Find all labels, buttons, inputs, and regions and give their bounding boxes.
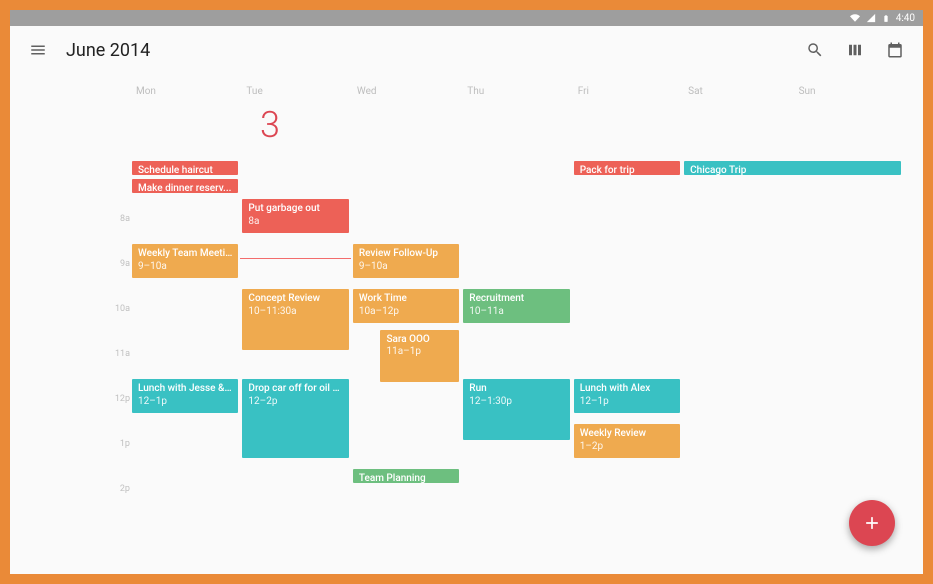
- event-time: 8a: [248, 216, 342, 229]
- event-title: Lunch with Alex: [580, 383, 674, 396]
- calendar-icon: [886, 41, 904, 59]
- time-label: 8a: [102, 214, 130, 259]
- menu-button[interactable]: [26, 38, 50, 62]
- event-title: Schedule haircut: [138, 165, 232, 175]
- event-title: Put garbage out: [248, 203, 342, 216]
- calendar-event[interactable]: Weekly Review1–2p: [574, 424, 680, 458]
- event-time: 10–11:30a: [248, 306, 342, 319]
- event-title: Sara OOO: [386, 334, 453, 347]
- calendar-grid[interactable]: MonTueWedThuFriSatSun 3 8a9a10a11a12p1p2…: [10, 74, 923, 574]
- time-label: 11a: [102, 349, 130, 394]
- event-time: 10–11a: [469, 306, 563, 319]
- calendar-event[interactable]: Team Planning: [353, 469, 459, 483]
- page-title: June 2014: [66, 40, 150, 61]
- today-button[interactable]: [883, 38, 907, 62]
- event-time: 11a–1p: [386, 346, 453, 359]
- calendar-event[interactable]: Lunch with Jesse & A...12–1p: [132, 379, 238, 413]
- calendar-event[interactable]: Drop car off for oil change12–2p: [242, 379, 348, 458]
- event-title: Concept Review: [248, 293, 342, 306]
- time-label: 12p: [102, 394, 130, 439]
- calendar-event[interactable]: Review Follow-Up9–10a: [353, 244, 459, 278]
- hamburger-icon: [29, 41, 47, 59]
- battery-icon: [882, 13, 890, 24]
- events-layer: Schedule haircut Make dinner reserv... Pac…: [130, 154, 903, 574]
- event-time: 9–10a: [138, 261, 232, 274]
- calendar-event[interactable]: Run12–1:30p: [463, 379, 569, 440]
- calendar-event[interactable]: Lunch with Alex12–1p: [574, 379, 680, 413]
- event-title: Pack for trip: [580, 165, 674, 175]
- calendar-event[interactable]: Sara OOO11a–1p: [380, 330, 459, 382]
- event-title: Lunch with Jesse & A...: [138, 383, 232, 396]
- calendar-event[interactable]: Concept Review10–11:30a: [242, 289, 348, 350]
- calendar-event[interactable]: Weekly Team Meeting9–10a: [132, 244, 238, 278]
- day-header: Mon: [130, 86, 240, 97]
- event-title: Work Time: [359, 293, 453, 306]
- time-labels: 8a9a10a11a12p1p2p: [102, 214, 130, 529]
- day-header: Sat: [682, 86, 792, 97]
- event-title: Recruitment: [469, 293, 563, 306]
- calendar-event[interactable]: Work Time10a–12p: [353, 289, 459, 323]
- search-button[interactable]: [803, 38, 827, 62]
- event-title: Chicago Trip: [690, 165, 895, 175]
- current-time-indicator: [240, 258, 350, 259]
- event-time: 12–1p: [138, 396, 232, 409]
- calendar-event[interactable]: Chicago Trip: [684, 161, 901, 175]
- calendar-event[interactable]: Make dinner reserv...: [132, 179, 238, 193]
- signal-icon: [866, 13, 876, 23]
- event-time: 12–1:30p: [469, 396, 563, 409]
- time-label: 1p: [102, 439, 130, 484]
- search-icon: [806, 41, 824, 59]
- selected-date: 3: [260, 104, 280, 146]
- event-time: 12–2p: [248, 396, 342, 409]
- event-title: Weekly Team Meeting: [138, 248, 232, 261]
- clock-text: 4:40: [896, 13, 915, 24]
- event-time: 9–10a: [359, 261, 453, 274]
- event-title: Drop car off for oil change: [248, 383, 342, 396]
- plus-icon: [862, 513, 882, 533]
- time-label: 10a: [102, 304, 130, 349]
- day-header: Thu: [461, 86, 571, 97]
- event-time: 1–2p: [580, 441, 674, 454]
- day-header: Tue: [240, 86, 350, 97]
- event-title: Weekly Review: [580, 428, 674, 441]
- create-event-fab[interactable]: [849, 500, 895, 546]
- event-title: Review Follow-Up: [359, 248, 453, 261]
- calendar-event[interactable]: Pack for trip: [574, 161, 680, 175]
- status-bar: 4:40: [10, 10, 923, 26]
- app-bar: June 2014: [10, 26, 923, 74]
- view-columns-icon: [846, 41, 864, 59]
- calendar-event[interactable]: Recruitment10–11a: [463, 289, 569, 323]
- event-title: Team Planning: [359, 473, 453, 483]
- calendar-event[interactable]: Put garbage out8a: [242, 199, 348, 233]
- time-label: 2p: [102, 484, 130, 529]
- event-time: 12–1p: [580, 396, 674, 409]
- time-label: 9a: [102, 259, 130, 304]
- event-time: 10a–12p: [359, 306, 453, 319]
- wifi-icon: [850, 13, 860, 23]
- day-headers: MonTueWedThuFriSatSun: [130, 86, 903, 97]
- day-header: Fri: [572, 86, 682, 97]
- day-header: Wed: [351, 86, 461, 97]
- view-columns-button[interactable]: [843, 38, 867, 62]
- day-header: Sun: [793, 86, 903, 97]
- calendar-event[interactable]: Schedule haircut: [132, 161, 238, 175]
- event-title: Make dinner reserv...: [138, 183, 232, 193]
- event-title: Run: [469, 383, 563, 396]
